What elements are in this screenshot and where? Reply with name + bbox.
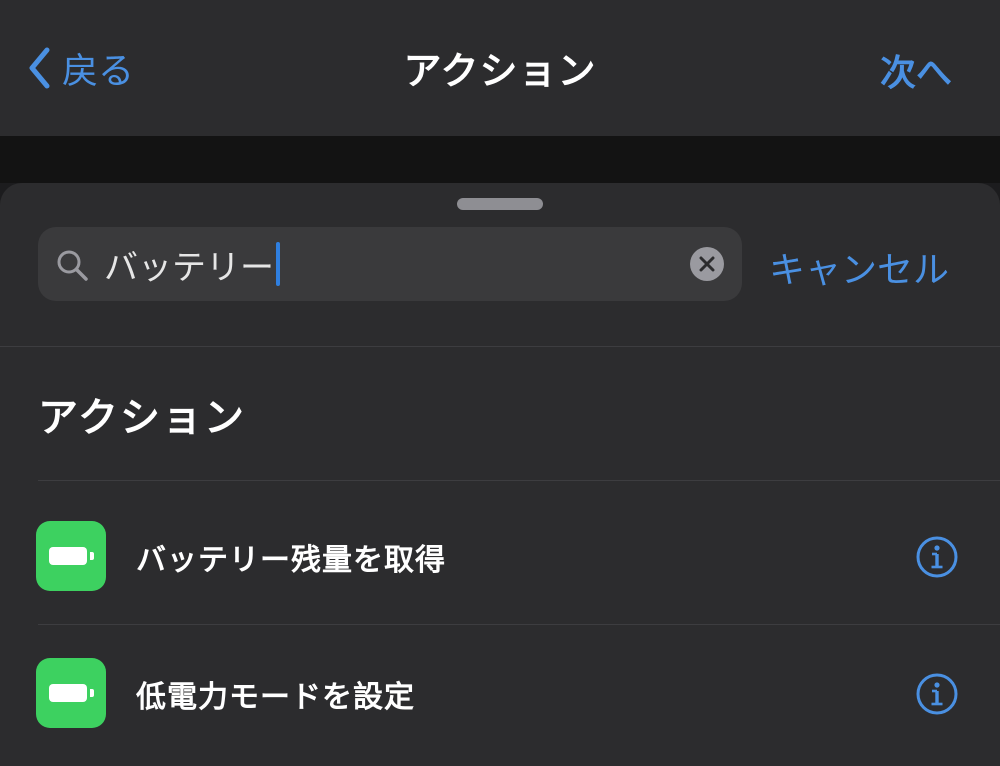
next-button[interactable]: 次へ — [880, 44, 952, 96]
info-icon[interactable] — [915, 672, 959, 716]
divider — [0, 346, 1000, 347]
sheet-grabber[interactable] — [457, 198, 543, 210]
divider — [38, 624, 1000, 625]
page-title: アクション — [403, 49, 597, 93]
battery-icon — [36, 658, 106, 728]
close-icon — [699, 256, 715, 272]
cancel-button[interactable]: キャンセル — [769, 241, 949, 293]
search-icon — [56, 249, 90, 287]
action-search-sheet: バッテリー キャンセル アクション バッテリー残量を取得 低電力モードを設定 — [0, 183, 1000, 766]
divider — [38, 480, 1000, 481]
text-cursor — [276, 242, 280, 286]
navigation-bar: 戻る アクション 次へ — [0, 0, 1000, 136]
background-gap — [0, 136, 1000, 183]
search-query: バッテリー — [104, 247, 274, 288]
list-item[interactable]: 低電力モードを設定 — [0, 640, 1000, 740]
search-input[interactable]: バッテリー — [104, 241, 280, 288]
info-icon[interactable] — [915, 535, 959, 579]
battery-icon — [36, 521, 106, 591]
clear-search-button[interactable] — [690, 247, 724, 281]
action-label: 低電力モードを設定 — [136, 680, 415, 715]
list-item[interactable]: バッテリー残量を取得 — [0, 503, 1000, 603]
search-field[interactable]: バッテリー — [38, 227, 742, 301]
section-header: アクション — [38, 395, 246, 441]
action-label: バッテリー残量を取得 — [136, 543, 446, 578]
